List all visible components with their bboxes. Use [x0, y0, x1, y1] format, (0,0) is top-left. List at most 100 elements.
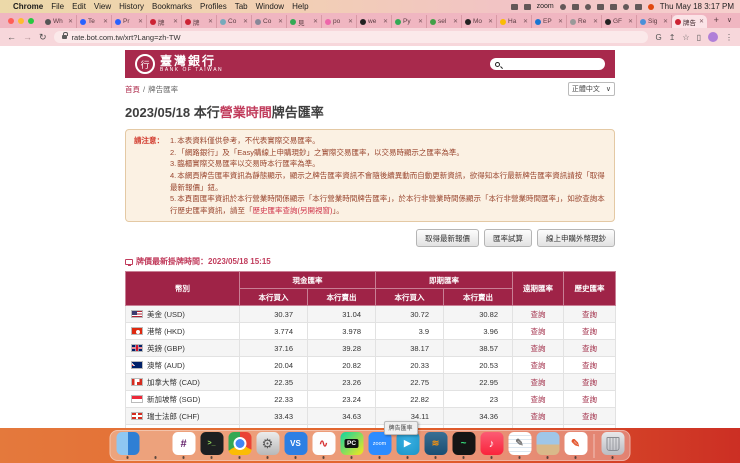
lock-icon[interactable]: [61, 32, 68, 39]
site-search-input[interactable]: [490, 58, 605, 70]
tab-close-icon[interactable]: ✕: [278, 18, 283, 25]
buy-foreign-cash-button[interactable]: 線上申購外幣現鈔: [537, 229, 615, 248]
tab-close-icon[interactable]: ✕: [173, 18, 178, 25]
history-query-link[interactable]: 查詢: [582, 344, 597, 353]
forward-query-link[interactable]: 查詢: [531, 395, 546, 404]
browser-tab-1[interactable]: Te ✕: [77, 15, 112, 28]
dock-item-whiteboard[interactable]: ∿: [312, 432, 336, 459]
dock-item-activity[interactable]: ~: [452, 432, 476, 459]
dock-item-pen[interactable]: ✎: [564, 432, 588, 459]
dock-item-launchpad[interactable]: [144, 432, 168, 459]
tab-close-icon[interactable]: ✕: [103, 18, 108, 25]
side-panel-icon[interactable]: ▯: [697, 33, 701, 42]
browser-tab-14[interactable]: EP ✕: [532, 15, 567, 28]
tab-close-icon[interactable]: ✕: [243, 18, 248, 25]
history-query-link[interactable]: 查詢: [582, 378, 597, 387]
control-center-icon[interactable]: [634, 3, 642, 10]
browser-tab-17[interactable]: Sig ✕: [637, 15, 672, 28]
shield-icon[interactable]: [523, 3, 531, 10]
tab-close-icon[interactable]: ✕: [593, 18, 598, 25]
dock-item-trash[interactable]: [601, 432, 625, 459]
tab-close-icon[interactable]: ✕: [383, 18, 388, 25]
record-indicator-icon[interactable]: [647, 3, 654, 10]
bank-logo[interactable]: 行 臺灣銀行 BANK OF TAIWAN: [135, 54, 223, 74]
tab-close-icon[interactable]: ✕: [418, 18, 423, 25]
browser-tab-7[interactable]: 見 ✕: [287, 15, 322, 28]
menu-item-history[interactable]: History: [119, 2, 144, 11]
forward-query-link[interactable]: 查詢: [531, 344, 546, 353]
browser-tab-12[interactable]: Mo ✕: [462, 15, 497, 28]
browser-tab-15[interactable]: Re ✕: [567, 15, 602, 28]
tab-close-icon[interactable]: ✕: [348, 18, 353, 25]
dock-item-music[interactable]: ♪: [480, 432, 504, 459]
dock-item-mysql[interactable]: ≋: [424, 432, 448, 459]
new-tab-button[interactable]: +: [714, 15, 719, 25]
menu-item-help[interactable]: Help: [292, 2, 308, 11]
history-query-link[interactable]: 查詢: [582, 310, 597, 319]
get-latest-quote-button[interactable]: 取得最新報價: [416, 229, 479, 248]
history-query-link[interactable]: 查詢: [582, 361, 597, 370]
tab-close-icon[interactable]: ✕: [208, 18, 213, 25]
dock-item-chrome[interactable]: [228, 432, 252, 459]
tab-close-icon[interactable]: ✕: [558, 18, 563, 25]
camera-icon[interactable]: [559, 3, 566, 10]
browser-tab-3[interactable]: 牌 ✕: [147, 15, 182, 28]
tab-close-icon[interactable]: ✕: [453, 18, 458, 25]
tab-close-icon[interactable]: ✕: [313, 18, 318, 25]
share-icon[interactable]: ↥: [669, 33, 676, 42]
history-query-link[interactable]: 查詢: [582, 412, 597, 421]
browser-tab-13[interactable]: Ha ✕: [497, 15, 532, 28]
dock-item-textedit[interactable]: ✎: [508, 432, 532, 459]
menu-item-profiles[interactable]: Profiles: [200, 2, 227, 11]
close-window-button[interactable]: [8, 18, 14, 24]
bookmark-star-icon[interactable]: ☆: [682, 33, 689, 42]
browser-tab-4[interactable]: 牌 ✕: [182, 15, 217, 28]
browser-tab-8[interactable]: po ✕: [322, 15, 357, 28]
url-text[interactable]: rate.bot.com.tw/xrt?Lang=zh-TW: [72, 33, 181, 42]
browser-menu-icon[interactable]: ⋮: [725, 33, 733, 42]
history-rate-link[interactable]: 歷史匯率查詢(另開視窗): [253, 206, 333, 215]
menu-item-file[interactable]: File: [51, 2, 64, 11]
dock-item-settings[interactable]: ⚙: [256, 432, 280, 459]
dock-item-pycharm[interactable]: PC: [340, 432, 364, 459]
bluetooth-icon[interactable]: [584, 3, 591, 10]
browser-tab-2[interactable]: Pr ✕: [112, 15, 147, 28]
menu-item-chrome[interactable]: Chrome: [13, 2, 43, 11]
tab-search-chevron-icon[interactable]: ∨: [727, 16, 732, 24]
forward-button[interactable]: →: [23, 32, 32, 42]
battery-icon[interactable]: [596, 3, 604, 10]
back-button[interactable]: ←: [7, 32, 16, 42]
sync-icon[interactable]: [609, 3, 617, 10]
tab-close-icon[interactable]: ✕: [628, 18, 633, 25]
browser-tab-6[interactable]: Co ✕: [252, 15, 287, 28]
browser-tab-0[interactable]: Wh ✕: [42, 15, 77, 28]
forward-query-link[interactable]: 查詢: [531, 310, 546, 319]
forward-query-link[interactable]: 查詢: [531, 327, 546, 336]
zoom-window-button[interactable]: [28, 18, 34, 24]
browser-tab-18[interactable]: 牌告 ✕: [672, 15, 707, 28]
forward-query-link[interactable]: 查詢: [531, 412, 546, 421]
browser-tab-11[interactable]: sel ✕: [427, 15, 462, 28]
language-select[interactable]: 正體中文 ∨: [567, 82, 615, 96]
menu-item-tab[interactable]: Tab: [235, 2, 248, 11]
history-query-link[interactable]: 查詢: [582, 395, 597, 404]
menu-item-view[interactable]: View: [94, 2, 111, 11]
tab-close-icon[interactable]: ✕: [138, 18, 143, 25]
dock-item-zoom[interactable]: zoom: [368, 432, 392, 459]
tab-close-icon[interactable]: ✕: [68, 18, 73, 25]
profile-avatar[interactable]: [708, 32, 718, 42]
history-query-link[interactable]: 查詢: [582, 327, 597, 336]
menu-item-edit[interactable]: Edit: [72, 2, 86, 11]
spotlight-icon[interactable]: [622, 3, 629, 10]
forward-query-link[interactable]: 查詢: [531, 361, 546, 370]
address-bar[interactable]: rate.bot.com.tw/xrt?Lang=zh-TW: [53, 31, 649, 43]
tab-close-icon[interactable]: ✕: [663, 18, 668, 25]
reload-button[interactable]: ↻: [39, 32, 47, 43]
tab-close-icon[interactable]: ✕: [488, 18, 493, 25]
dock-item-telegram[interactable]: ▶: [396, 432, 420, 459]
zoom-menu-label[interactable]: zoom: [537, 3, 554, 10]
tab-close-icon[interactable]: ✕: [699, 18, 704, 25]
dock-item-slack[interactable]: #: [172, 432, 196, 459]
translate-icon[interactable]: G: [655, 33, 661, 42]
menu-clock[interactable]: Thu May 18 3:17 PM: [660, 2, 734, 11]
